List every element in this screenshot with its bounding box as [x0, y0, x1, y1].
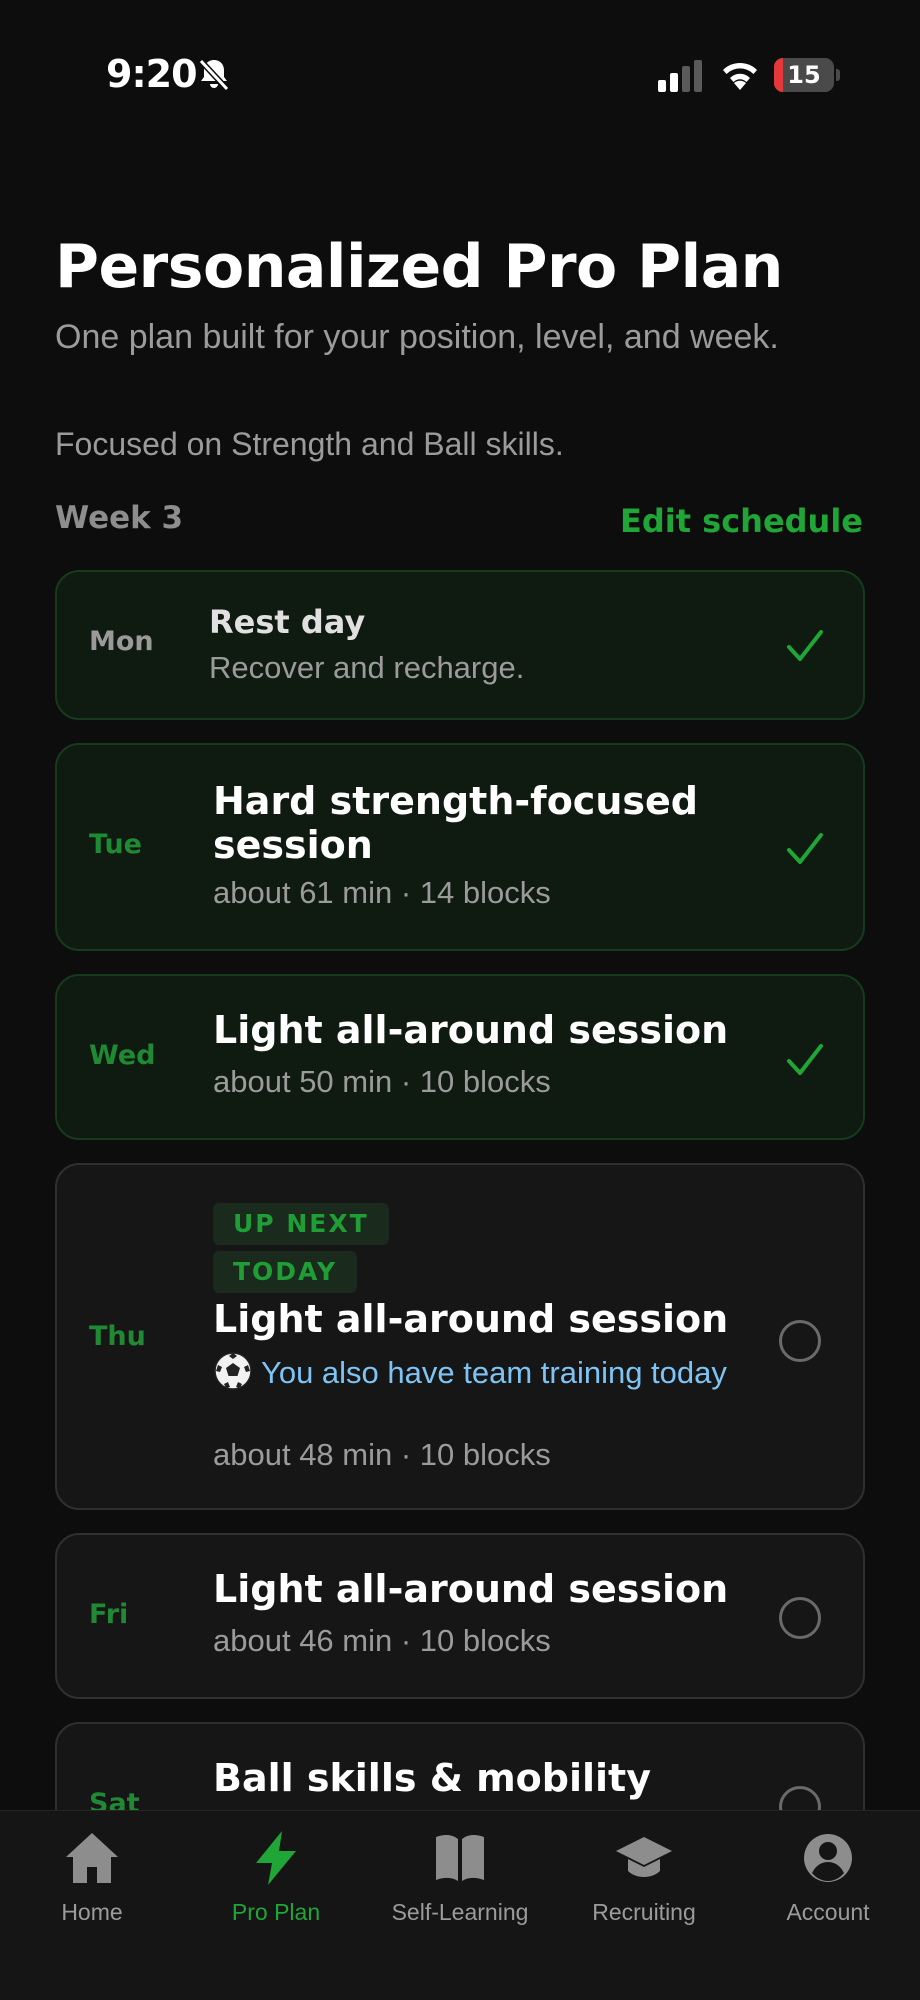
check-icon	[787, 1044, 823, 1075]
account-icon	[804, 1834, 852, 1882]
bottom-nav: Home Pro Plan Self-Learning Recruiting A…	[0, 1810, 920, 2000]
session-meta: about 48 min · 10 blocks	[213, 1437, 551, 1472]
incomplete-circle-icon[interactable]	[779, 1320, 821, 1362]
status-bar: 9:20 15	[0, 0, 920, 150]
graduation-cap-icon	[616, 1837, 672, 1877]
day-card-wed[interactable]: Wed Light all-around session about 50 mi…	[55, 974, 865, 1140]
nav-label: Home	[61, 1899, 123, 1925]
nav-item-home[interactable]: Home	[0, 1811, 184, 1931]
focus-description: Focused on Strength and Ball skills.	[55, 426, 564, 462]
team-training-text: You also have team training today	[261, 1355, 727, 1390]
nav-label: Recruiting	[592, 1899, 696, 1925]
week-label: Week 3	[55, 500, 184, 536]
session-meta: Recover and recharge.	[209, 650, 525, 685]
session-title: Ball skills & mobility	[213, 1756, 651, 1800]
session-title: Light all-around session	[213, 1297, 729, 1341]
edit-schedule-link[interactable]: Edit schedule	[620, 502, 863, 540]
home-icon	[66, 1833, 118, 1883]
session-title: Light all-around session	[213, 1567, 729, 1611]
bell-off-icon	[198, 58, 230, 92]
signal-icon	[658, 60, 702, 92]
session-title: Rest day	[209, 603, 366, 641]
session-meta: about 61 min · 14 blocks	[213, 875, 551, 910]
page-subtitle: One plan built for your position, level,…	[55, 318, 779, 356]
day-label: Wed	[89, 1040, 156, 1071]
wifi-icon	[723, 62, 757, 90]
day-card-fri[interactable]: Fri Light all-around session about 46 mi…	[55, 1533, 865, 1699]
book-icon	[436, 1834, 484, 1881]
day-label: Mon	[89, 626, 154, 657]
day-card-tue[interactable]: Tue Hard strength-focused session about …	[55, 743, 865, 951]
session-meta: about 50 min · 10 blocks	[213, 1064, 551, 1099]
session-title: Light all-around session	[213, 1008, 729, 1052]
session-title: Hard strength-focused session	[213, 779, 698, 867]
day-label: Fri	[89, 1599, 129, 1630]
nav-item-self-learning[interactable]: Self-Learning	[368, 1811, 552, 1931]
day-label: Thu	[89, 1321, 146, 1352]
nav-item-account[interactable]: Account	[736, 1811, 920, 1931]
day-card-mon[interactable]: Mon Rest day Recover and recharge.	[55, 570, 865, 720]
check-icon	[787, 833, 823, 864]
soccer-ball-icon	[214, 1352, 252, 1390]
battery-level: 15	[787, 61, 821, 89]
check-icon	[787, 630, 823, 661]
nav-item-pro-plan[interactable]: Pro Plan	[184, 1811, 368, 1931]
day-card-thu[interactable]: Thu UP NEXT TODAY Light all-around sessi…	[55, 1163, 865, 1510]
today-badge: TODAY	[213, 1251, 358, 1293]
page-title: Personalized Pro Plan	[55, 232, 783, 302]
session-meta: about 46 min · 10 blocks	[213, 1623, 551, 1658]
nav-label: Pro Plan	[231, 1899, 321, 1925]
status-time: 9:20	[106, 52, 198, 96]
battery-icon: 15	[774, 58, 840, 92]
nav-label: Account	[786, 1899, 870, 1925]
bolt-icon	[256, 1831, 296, 1885]
day-label: Tue	[89, 829, 142, 860]
nav-item-recruiting[interactable]: Recruiting	[552, 1811, 736, 1931]
incomplete-circle-icon[interactable]	[779, 1597, 821, 1639]
team-training-note: You also have team training today	[213, 1351, 753, 1392]
nav-label: Self-Learning	[391, 1899, 529, 1925]
up-next-badge: UP NEXT	[213, 1203, 389, 1245]
